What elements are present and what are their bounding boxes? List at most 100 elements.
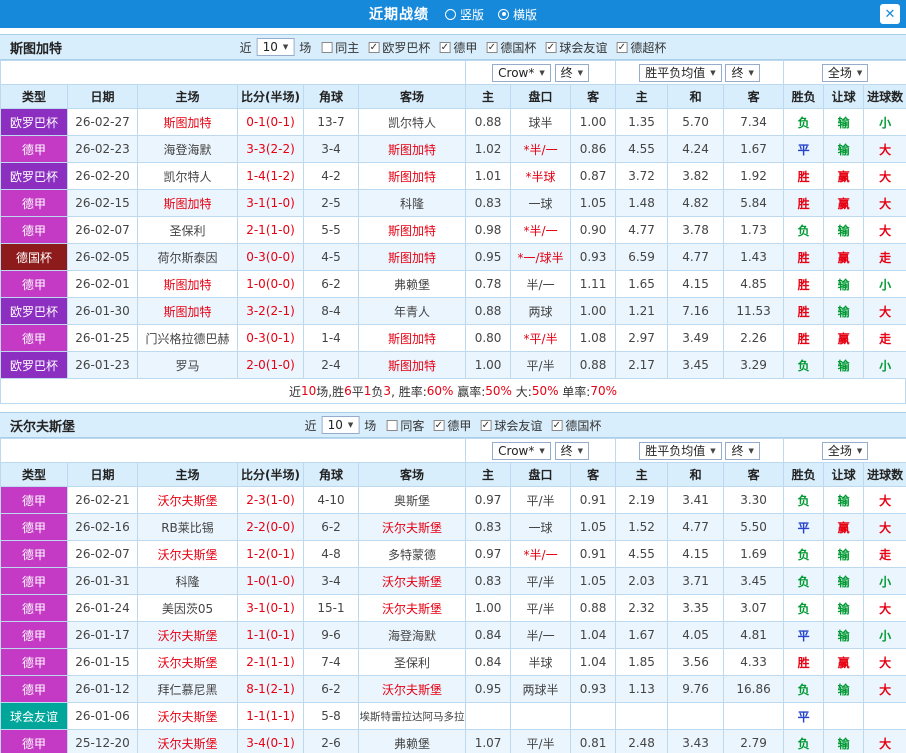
filter-label: 球会友谊 bbox=[494, 418, 543, 433]
col-corners: 角球 bbox=[303, 462, 359, 487]
asian-home-odds: 0.97 bbox=[465, 540, 512, 568]
filter-option[interactable]: ✓ 德超杯 bbox=[616, 39, 666, 56]
league-badge: 欧罗巴杯 bbox=[0, 162, 68, 190]
checkbox-checked-icon[interactable]: ✓ bbox=[616, 41, 628, 53]
asian-away-odds: 0.88 bbox=[570, 594, 617, 622]
asian-home-odds: 0.98 bbox=[465, 216, 512, 244]
euro-away-odds: 1.92 bbox=[723, 162, 785, 190]
asian-handicap: 一球 bbox=[510, 513, 572, 541]
checkbox-icon[interactable] bbox=[321, 41, 333, 53]
corners: 2-5 bbox=[303, 189, 359, 217]
filter-controls: 近 10 ▼ 场 同客 ✓ 德甲 ✓ 球会友谊 ✓ 德国杯 bbox=[305, 416, 601, 434]
radio-icon[interactable] bbox=[444, 8, 456, 20]
match-count-select[interactable]: 10 ▼ bbox=[321, 416, 360, 434]
filter-option[interactable]: ✓ 欧罗巴杯 bbox=[368, 39, 430, 56]
corners: 4-10 bbox=[303, 486, 359, 514]
odds-stage-select[interactable]: 终 ▼ bbox=[554, 63, 589, 82]
checkbox-checked-icon[interactable]: ✓ bbox=[545, 41, 557, 53]
corners: 3-4 bbox=[303, 567, 359, 595]
goals-result bbox=[863, 702, 906, 730]
match-row: 德甲 26-01-31 科隆 1-0(1-0) 3-4 沃尔夫斯堡 0.83 平/半 1.05 2… bbox=[0, 567, 906, 595]
asian-handicap: 平/半 bbox=[510, 729, 572, 753]
match-date: 26-02-16 bbox=[67, 513, 138, 541]
handicap-result: 输 bbox=[823, 729, 865, 753]
away-team: 海登海默 bbox=[357, 621, 467, 649]
match-count-select[interactable]: 10 ▼ bbox=[256, 38, 295, 56]
scope-select[interactable]: 全场 ▼ bbox=[821, 63, 869, 82]
euro-stage-select[interactable]: 终 ▼ bbox=[725, 441, 760, 460]
odds-company-select[interactable]: Crow* ▼ bbox=[492, 63, 551, 82]
filter-option[interactable]: ✓ 球会友谊 bbox=[480, 417, 542, 434]
scope-select[interactable]: 全场 ▼ bbox=[821, 441, 869, 460]
match-result: 平 bbox=[783, 135, 825, 163]
layout-option[interactable]: 竖版 bbox=[444, 6, 484, 23]
checkbox-checked-icon[interactable]: ✓ bbox=[439, 41, 451, 53]
asian-away-odds: 1.05 bbox=[570, 567, 617, 595]
checkbox-icon[interactable] bbox=[386, 419, 398, 431]
col-handicap-result: 让球 bbox=[823, 462, 865, 487]
league-badge: 德甲 bbox=[0, 513, 68, 541]
euro-stage-value: 终 bbox=[731, 444, 744, 458]
summary-text: 场,胜 bbox=[316, 384, 345, 399]
asian-handicap: 半/一 bbox=[510, 621, 572, 649]
match-row: 德甲 25-12-20 沃尔夫斯堡 3-4(0-1) 2-6 弗赖堡 1.07 平/半 0.81… bbox=[0, 729, 906, 753]
euro-draw-odds: 4.77 bbox=[667, 513, 725, 541]
radio-selected-icon[interactable] bbox=[498, 8, 509, 20]
col-date: 日期 bbox=[67, 84, 138, 109]
odds-stage-select[interactable]: 终 ▼ bbox=[554, 441, 589, 460]
home-team: 沃尔夫斯堡 bbox=[137, 486, 238, 514]
layout-option[interactable]: 横版 bbox=[498, 6, 537, 23]
asian-away-odds: 1.04 bbox=[570, 648, 617, 676]
asian-handicap: 平/半 bbox=[510, 351, 572, 379]
filter-option[interactable]: ✓ 德国杯 bbox=[551, 417, 601, 434]
euro-home-odds: 1.13 bbox=[615, 675, 669, 703]
away-team: 圣保利 bbox=[357, 648, 467, 676]
league-badge: 德甲 bbox=[0, 270, 68, 298]
asian-handicap: 半/一 bbox=[510, 270, 572, 298]
goals-result: 大 bbox=[863, 297, 906, 325]
checkbox-checked-icon[interactable]: ✓ bbox=[486, 41, 498, 53]
checkbox-checked-icon[interactable]: ✓ bbox=[551, 419, 563, 431]
match-count-value: 10 bbox=[327, 418, 343, 432]
filter-option[interactable]: ✓ 球会友谊 bbox=[545, 39, 607, 56]
filter-option[interactable]: ✓ 德甲 bbox=[439, 39, 477, 56]
euro-odds-value: 胜平负均值 bbox=[645, 444, 706, 458]
close-icon[interactable]: ✕ bbox=[880, 4, 900, 24]
match-row: 德甲 26-02-23 海登海默 3-3(2-2) 3-4 斯图加特 1.02 *半/一 0.8… bbox=[0, 135, 906, 163]
chevron-down-icon: ▼ bbox=[282, 43, 289, 51]
col-goals: 进球数 bbox=[863, 462, 906, 487]
home-team: 沃尔夫斯堡 bbox=[137, 702, 238, 730]
away-team: 斯图加特 bbox=[357, 216, 467, 244]
asian-handicap: 两球半 bbox=[510, 675, 572, 703]
asian-away-odds: 1.05 bbox=[570, 513, 617, 541]
odds-company-select[interactable]: Crow* ▼ bbox=[492, 441, 551, 460]
asian-away-odds bbox=[570, 702, 617, 730]
match-result: 负 bbox=[783, 351, 825, 379]
home-team: 荷尔斯泰因 bbox=[137, 243, 238, 271]
away-team: 斯图加特 bbox=[357, 324, 467, 352]
home-team: 门兴格拉德巴赫 bbox=[137, 324, 238, 352]
checkbox-checked-icon[interactable]: ✓ bbox=[480, 419, 492, 431]
euro-odds-select[interactable]: 胜平负均值 ▼ bbox=[639, 441, 722, 460]
match-row: 德甲 26-01-12 拜仁慕尼黑 8-1(2-1) 6-2 沃尔夫斯堡 0.95 两球半 0.… bbox=[0, 675, 906, 703]
checkbox-checked-icon[interactable]: ✓ bbox=[433, 419, 445, 431]
euro-stage-select[interactable]: 终 ▼ bbox=[725, 63, 760, 82]
handicap-result: 赢 bbox=[823, 189, 865, 217]
away-team: 多特蒙德 bbox=[357, 540, 467, 568]
match-date: 26-02-21 bbox=[67, 486, 138, 514]
filter-option[interactable]: ✓ 德甲 bbox=[433, 417, 471, 434]
filter-option[interactable]: ✓ 德国杯 bbox=[486, 39, 536, 56]
match-date: 26-02-20 bbox=[67, 162, 138, 190]
euro-odds-select[interactable]: 胜平负均值 ▼ bbox=[639, 63, 722, 82]
asian-handicap bbox=[510, 702, 572, 730]
match-result: 平 bbox=[783, 702, 825, 730]
col-corners: 角球 bbox=[303, 84, 359, 109]
away-team: 沃尔夫斯堡 bbox=[357, 513, 467, 541]
checkbox-checked-icon[interactable]: ✓ bbox=[368, 41, 380, 53]
filter-option[interactable]: 同客 bbox=[386, 417, 424, 434]
euro-away-odds bbox=[723, 702, 785, 730]
filter-option[interactable]: 同主 bbox=[321, 39, 359, 56]
euro-home-odds: 1.85 bbox=[615, 648, 669, 676]
euro-draw-odds: 3.45 bbox=[667, 351, 725, 379]
match-row: 欧罗巴杯 26-02-20 凯尔特人 1-4(1-2) 4-2 斯图加特 1.01 *半球 0.… bbox=[0, 162, 906, 190]
